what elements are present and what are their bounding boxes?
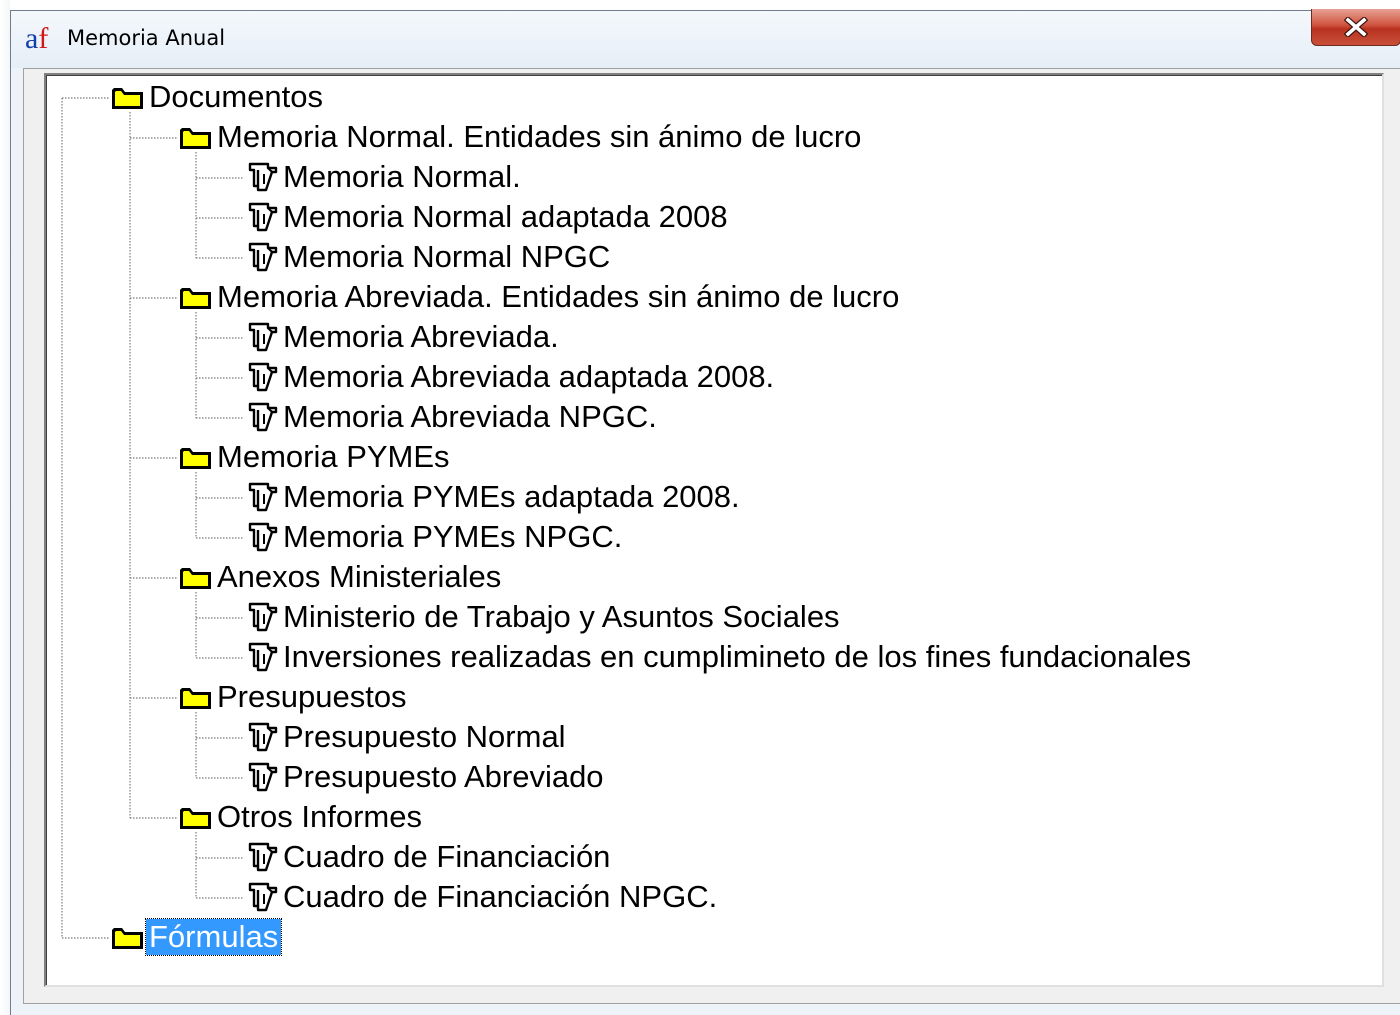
tree-folder-2[interactable]: Memoria PYMEs [178,437,453,477]
app-logo-icon: af [25,22,49,55]
tree-folder-4[interactable]: Presupuestos [178,677,410,717]
tree-node-label: Memoria Normal. Entidades sin ánimo de l… [217,119,862,154]
tree-document-item[interactable]: Cuadro de Financiación [244,837,613,877]
document-icon [248,762,278,792]
tree-document-item[interactable]: Memoria Abreviada adaptada 2008. [244,357,777,397]
document-icon [248,882,278,912]
tree-document-item[interactable]: Memoria Normal. [244,157,524,197]
tree-node-label: Presupuesto Normal [283,719,566,754]
tree-node-label: Memoria Abreviada. Entidades sin ánimo d… [217,279,900,314]
background-window-edge [0,0,18,1015]
title-bar[interactable]: af Memoria Anual [11,9,1400,68]
memoria-anual-window: af Memoria Anual Documentos Memoria Norma… [10,9,1400,1015]
tree-document-item[interactable]: Memoria Normal NPGC [244,237,613,277]
tree-document-item[interactable]: Memoria Abreviada NPGC. [244,397,660,437]
tree-document-item[interactable]: Inversiones realizadas en cumplimineto d… [244,637,1194,677]
close-button[interactable] [1311,9,1400,46]
tree-document-item[interactable]: Memoria PYMEs NPGC. [244,517,625,557]
tree-document-item[interactable]: Presupuesto Abreviado [244,757,607,797]
tree-document-item[interactable]: Cuadro de Financiación NPGC. [244,877,720,917]
tree-node-label: Memoria Abreviada NPGC. [283,399,657,434]
document-icon [248,242,278,272]
folder-icon [180,688,211,709]
client-area: Documentos Memoria Normal. Entidades sin … [23,68,1400,1004]
tree-node-label: Fórmulas [144,918,283,956]
tree-folder-0[interactable]: Memoria Normal. Entidades sin ánimo de l… [178,117,864,157]
tree-node-label: Otros Informes [217,799,422,834]
tree-node-label: Memoria Abreviada. [283,319,559,354]
document-icon [248,402,278,432]
tree-node-label: Memoria PYMEs [217,439,450,474]
document-icon [248,842,278,872]
folder-icon [180,128,211,149]
tree-document-item[interactable]: Memoria Normal adaptada 2008 [244,197,731,237]
document-icon [248,482,278,512]
folder-icon [180,288,211,309]
tree-folder-1[interactable]: Memoria Abreviada. Entidades sin ánimo d… [178,277,902,317]
tree-node-documentos[interactable]: Documentos [110,77,326,117]
tree-node-label: Ministerio de Trabajo y Asuntos Sociales [283,599,840,634]
tree-node-label: Memoria PYMEs adaptada 2008. [283,479,740,514]
tree-node-label: Inversiones realizadas en cumplimineto d… [283,639,1192,674]
document-icon [248,642,278,672]
folder-icon [112,928,143,949]
document-icon [248,322,278,352]
folder-icon [180,448,211,469]
tree-document-item[interactable]: Presupuesto Normal [244,717,569,757]
document-icon [248,722,278,752]
tree-folder-5[interactable]: Otros Informes [178,797,425,837]
tree-node-label: Cuadro de Financiación [283,839,611,874]
folder-icon [112,88,143,109]
document-icon [248,362,278,392]
tree-node-label: Memoria PYMEs NPGC. [283,519,623,554]
document-icon [248,602,278,632]
tree-node-label: Documentos [149,79,324,114]
window-title: Memoria Anual [67,26,226,50]
folder-icon [180,808,211,829]
tree-node-label: Memoria Normal adaptada 2008 [283,199,728,234]
tree-node-label: Presupuestos [217,679,407,714]
tree-node-label: Presupuesto Abreviado [283,759,604,794]
close-icon [1343,17,1369,37]
tree-node-formulas[interactable]: Fórmulas [110,917,283,957]
tree-document-item[interactable]: Memoria Abreviada. [244,317,562,357]
document-icon [248,522,278,552]
tree-node-label: Memoria Normal. [283,159,521,194]
tree-node-label: Memoria Normal NPGC [283,239,611,274]
tree-node-label: Anexos Ministeriales [217,559,502,594]
document-icon [248,162,278,192]
folder-icon [180,568,211,589]
tree-document-item[interactable]: Ministerio de Trabajo y Asuntos Sociales [244,597,843,637]
tree-document-item[interactable]: Memoria PYMEs adaptada 2008. [244,477,743,517]
document-tree-view[interactable]: Documentos Memoria Normal. Entidades sin … [44,73,1384,987]
tree-node-label: Memoria Abreviada adaptada 2008. [283,359,775,394]
tree-folder-3[interactable]: Anexos Ministeriales [178,557,504,597]
tree-node-label: Cuadro de Financiación NPGC. [283,879,718,914]
document-icon [248,202,278,232]
